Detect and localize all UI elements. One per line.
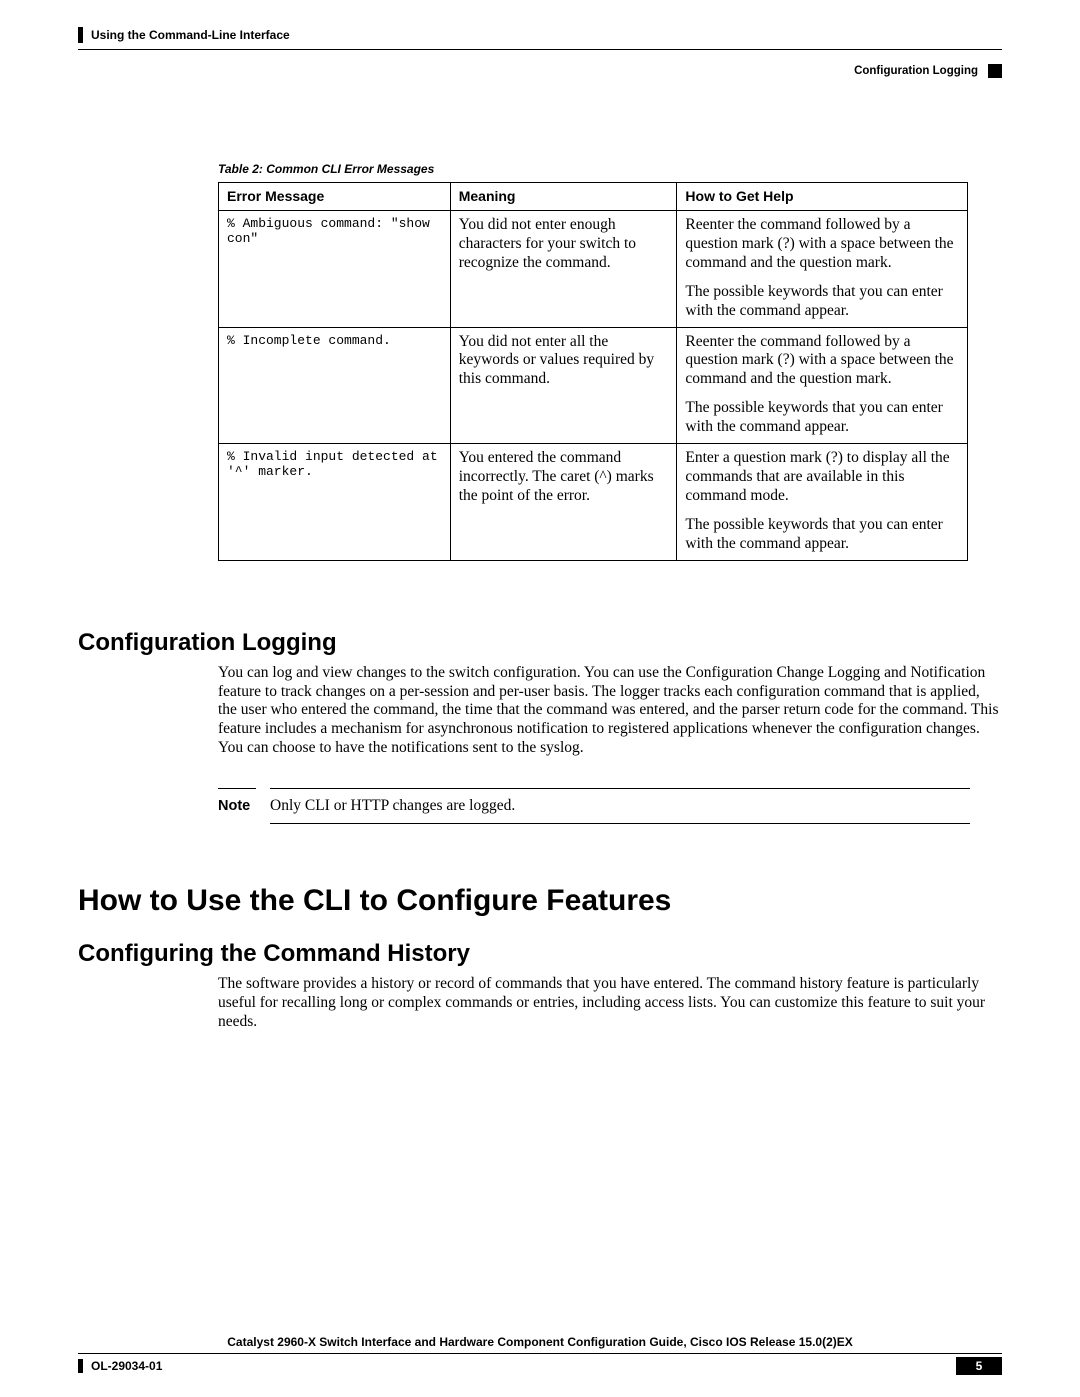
meaning-cell: You did not enter all the keywords or va… (450, 327, 677, 444)
note-label: Note (218, 798, 256, 814)
chapter-how-to-use-cli: How to Use the CLI to Configure Features (78, 884, 1002, 918)
table-header-row: Error Message Meaning How to Get Help (219, 183, 968, 211)
help-p1: Enter a question mark (?) to display all… (685, 449, 959, 506)
col-how-to-help: How to Get Help (677, 183, 968, 211)
help-cell: Reenter the command followed by a questi… (677, 327, 968, 444)
meaning-cell: You did not enter enough characters for … (450, 211, 677, 328)
header-right-text: Configuration Logging (854, 65, 978, 77)
table-row: % Incomplete command. You did not enter … (219, 327, 968, 444)
error-message-cell: % Ambiguous command: "show con" (219, 211, 451, 328)
note-text: Only CLI or HTTP changes are logged. (270, 797, 515, 815)
cli-error-table: Error Message Meaning How to Get Help % … (218, 182, 968, 561)
section-command-history: Configuring the Command History (78, 940, 1002, 968)
footer-marker (78, 1359, 83, 1373)
help-p2: The possible keywords that you can enter… (685, 283, 959, 321)
command-history-body: The software provides a history or recor… (218, 975, 1002, 1032)
page-footer: Catalyst 2960-X Switch Interface and Har… (78, 1335, 1002, 1375)
help-cell: Enter a question mark (?) to display all… (677, 444, 968, 561)
table-caption: Table 2: Common CLI Error Messages (218, 162, 1002, 176)
help-p2: The possible keywords that you can enter… (685, 516, 959, 554)
page-header: Using the Command-Line Interface (78, 28, 1002, 43)
help-cell: Reenter the command followed by a questi… (677, 211, 968, 328)
note-rule-short (218, 788, 256, 789)
table-row: % Invalid input detected at '^' marker. … (219, 444, 968, 561)
help-p1: Reenter the command followed by a questi… (685, 333, 959, 390)
footer-title: Catalyst 2960-X Switch Interface and Har… (78, 1335, 1002, 1349)
col-meaning: Meaning (450, 183, 677, 211)
header-right-row: Configuration Logging (78, 46, 1002, 78)
help-p1: Reenter the command followed by a questi… (685, 216, 959, 273)
col-error-message: Error Message (219, 183, 451, 211)
header-marker (78, 27, 83, 43)
meaning-cell: You entered the command incorrectly. The… (450, 444, 677, 561)
page-number: 5 (956, 1357, 1002, 1375)
header-right: Configuration Logging (854, 64, 1002, 78)
configuration-logging-body: You can log and view changes to the swit… (218, 664, 1002, 759)
footer-left: OL-29034-01 (78, 1359, 162, 1373)
table-row: % Ambiguous command: "show con" You did … (219, 211, 968, 328)
note-rule-long (270, 788, 970, 789)
note-rule-bottom (270, 823, 970, 824)
error-message-cell: % Invalid input detected at '^' marker. (219, 444, 451, 561)
header-left: Using the Command-Line Interface (78, 28, 290, 43)
header-left-text: Using the Command-Line Interface (91, 28, 290, 42)
error-message-cell: % Incomplete command. (219, 327, 451, 444)
section-configuration-logging: Configuration Logging (78, 629, 1002, 657)
header-box-icon (988, 64, 1002, 78)
note-block: Note Only CLI or HTTP changes are logged… (218, 788, 970, 824)
help-p2: The possible keywords that you can enter… (685, 399, 959, 437)
footer-doc-id: OL-29034-01 (91, 1359, 162, 1373)
